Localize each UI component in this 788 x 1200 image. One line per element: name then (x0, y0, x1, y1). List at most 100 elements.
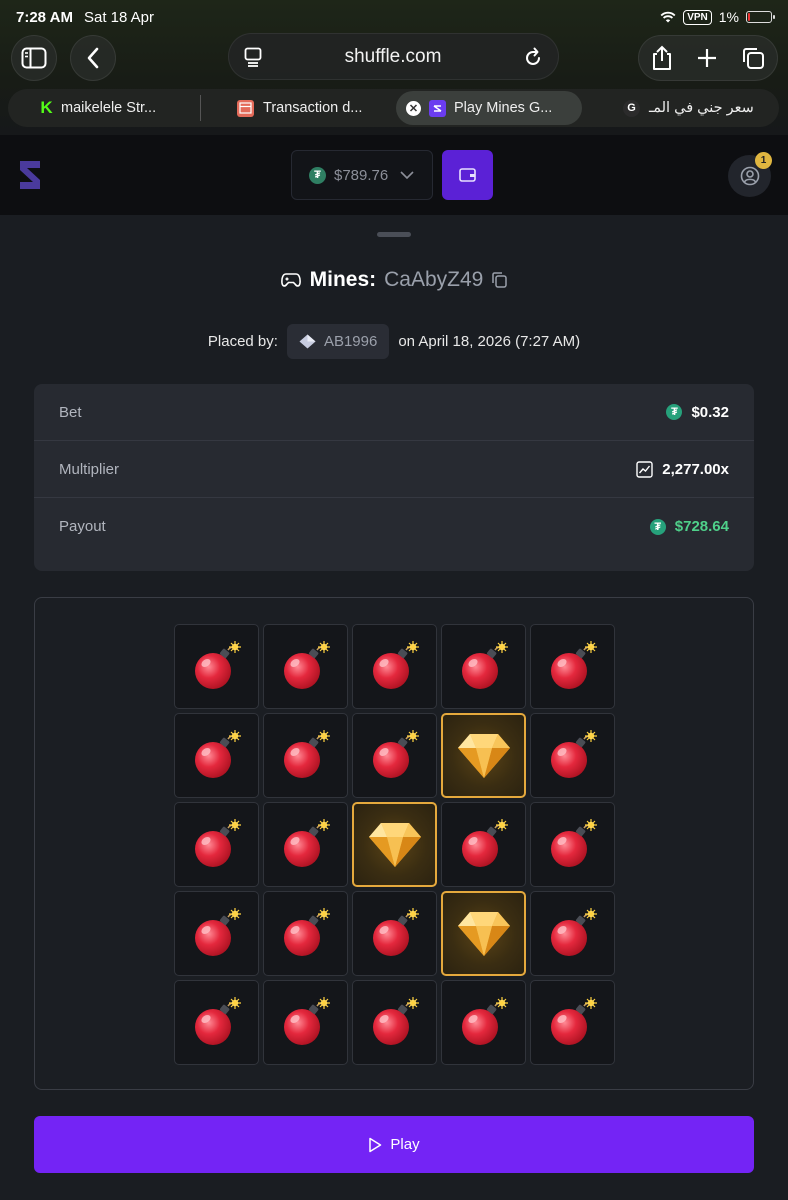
bomb-icon (190, 818, 244, 872)
bomb-icon (368, 640, 422, 694)
bomb-icon (190, 729, 244, 783)
status-bar: 7:28 AM Sat 18 Apr VPN 1% (0, 0, 788, 34)
status-date: Sat 18 Apr (83, 8, 155, 26)
new-tab-icon[interactable] (696, 47, 718, 69)
google-icon: G (623, 99, 640, 117)
tab-label: سعر جني في المـ (649, 100, 754, 116)
bomb-icon (546, 818, 600, 872)
tile-mine[interactable] (441, 802, 526, 887)
tile-mine[interactable] (441, 624, 526, 709)
sidebar-icon (21, 47, 47, 69)
bomb-icon (546, 640, 600, 694)
address-bar[interactable]: shuffle.com (228, 33, 559, 80)
tile-mine[interactable] (530, 891, 615, 976)
tile-mine[interactable] (263, 980, 348, 1065)
bomb-icon (279, 640, 333, 694)
bet-row: Bet ₮ $0.32 (34, 384, 754, 441)
tile-mine[interactable] (174, 713, 259, 798)
tab-transaction[interactable]: Transaction d... (237, 91, 387, 125)
bomb-icon (368, 907, 422, 961)
drag-handle[interactable] (377, 232, 411, 237)
placed-by-label: Placed by: (207, 333, 278, 350)
user-chip[interactable]: AB1996 (286, 324, 390, 359)
usdt-icon: ₮ (309, 166, 326, 184)
tab-arabic[interactable]: G سعر جني في المـ (623, 91, 773, 125)
bomb-icon (546, 996, 600, 1050)
bomb-icon (457, 818, 511, 872)
tile-mine[interactable] (441, 980, 526, 1065)
tile-gem[interactable] (441, 713, 526, 798)
user-menu-button[interactable]: 1 (728, 152, 772, 197)
tile-mine[interactable] (174, 980, 259, 1065)
tile-mine[interactable] (263, 713, 348, 798)
tabs-overview-icon[interactable] (741, 46, 765, 70)
tile-mine[interactable] (530, 624, 615, 709)
back-button[interactable] (70, 35, 116, 81)
usdt-icon: ₮ (649, 518, 666, 535)
tab-kick[interactable]: K maikelele Str... (38, 91, 198, 125)
gem-icon (456, 910, 512, 958)
tile-mine[interactable] (352, 624, 437, 709)
tab-label: Transaction d... (263, 100, 363, 116)
user-icon (740, 166, 759, 186)
copy-icon[interactable] (492, 272, 508, 288)
shuffle-logo[interactable] (16, 159, 44, 191)
kick-icon: K (40, 98, 53, 117)
multiplier-label: Multiplier (59, 460, 120, 478)
bet-title: Mines: CaAbyZ49 (0, 268, 788, 292)
username: AB1996 (323, 333, 378, 350)
bomb-icon (546, 907, 600, 961)
payout-label: Payout (59, 518, 106, 535)
bomb-icon (190, 996, 244, 1050)
battery-icon (746, 11, 775, 23)
browser-chrome: 7:28 AM Sat 18 Apr VPN 1% shuffle.com K … (0, 0, 788, 135)
wallet-button[interactable] (442, 150, 493, 200)
tile-mine[interactable] (263, 891, 348, 976)
tile-mine[interactable] (263, 802, 348, 887)
status-time: 7:28 AM (16, 8, 73, 26)
reload-icon[interactable] (524, 47, 542, 67)
tab-play-mines[interactable]: ✕ Play Mines G... (396, 91, 582, 125)
bomb-icon (279, 729, 333, 783)
diamond-rank-icon (299, 334, 316, 349)
chart-icon (636, 460, 653, 478)
placed-by-row: Placed by: AB1996 on April 18, 2026 (7:2… (0, 324, 788, 359)
tile-mine[interactable] (174, 624, 259, 709)
tile-mine[interactable] (174, 802, 259, 887)
tile-mine[interactable] (263, 624, 348, 709)
tab-divider (200, 95, 201, 121)
tile-mine[interactable] (352, 980, 437, 1065)
play-icon (369, 1137, 382, 1152)
tile-mine[interactable] (530, 980, 615, 1065)
sidebar-toggle-button[interactable] (11, 35, 57, 81)
bomb-icon (368, 996, 422, 1050)
tile-mine[interactable] (352, 713, 437, 798)
page-menu-icon (244, 47, 262, 67)
share-icon[interactable] (651, 45, 673, 71)
play-button[interactable]: Play (34, 1116, 754, 1173)
notification-badge: 1 (755, 152, 772, 169)
tile-mine[interactable] (352, 891, 437, 976)
tile-mine[interactable] (530, 713, 615, 798)
mines-board (34, 597, 754, 1090)
payout-row: Payout ₮ $728.64 (34, 498, 754, 555)
tile-mine[interactable] (530, 802, 615, 887)
payout-value-wrap: ₮ $728.64 (649, 518, 729, 535)
status-icons: VPN 1% (660, 9, 775, 25)
chevron-down-icon (400, 171, 414, 179)
multiplier-value-wrap: 2,277.00x (636, 461, 729, 478)
tile-mine[interactable] (174, 891, 259, 976)
browser-actions (638, 35, 778, 81)
tile-gem[interactable] (352, 802, 437, 887)
chevron-left-icon (87, 47, 99, 69)
bomb-icon (457, 996, 511, 1050)
close-tab-icon[interactable]: ✕ (406, 100, 421, 116)
vpn-badge: VPN (683, 9, 712, 25)
bomb-icon (368, 729, 422, 783)
url-text: shuffle.com (344, 45, 442, 67)
tile-gem[interactable] (441, 891, 526, 976)
bomb-icon (279, 818, 333, 872)
bomb-icon (546, 729, 600, 783)
bet-details-card: Bet ₮ $0.32 Multiplier 2,277.00x Payout … (34, 384, 754, 571)
balance-selector[interactable]: ₮ $789.76 (291, 150, 433, 200)
